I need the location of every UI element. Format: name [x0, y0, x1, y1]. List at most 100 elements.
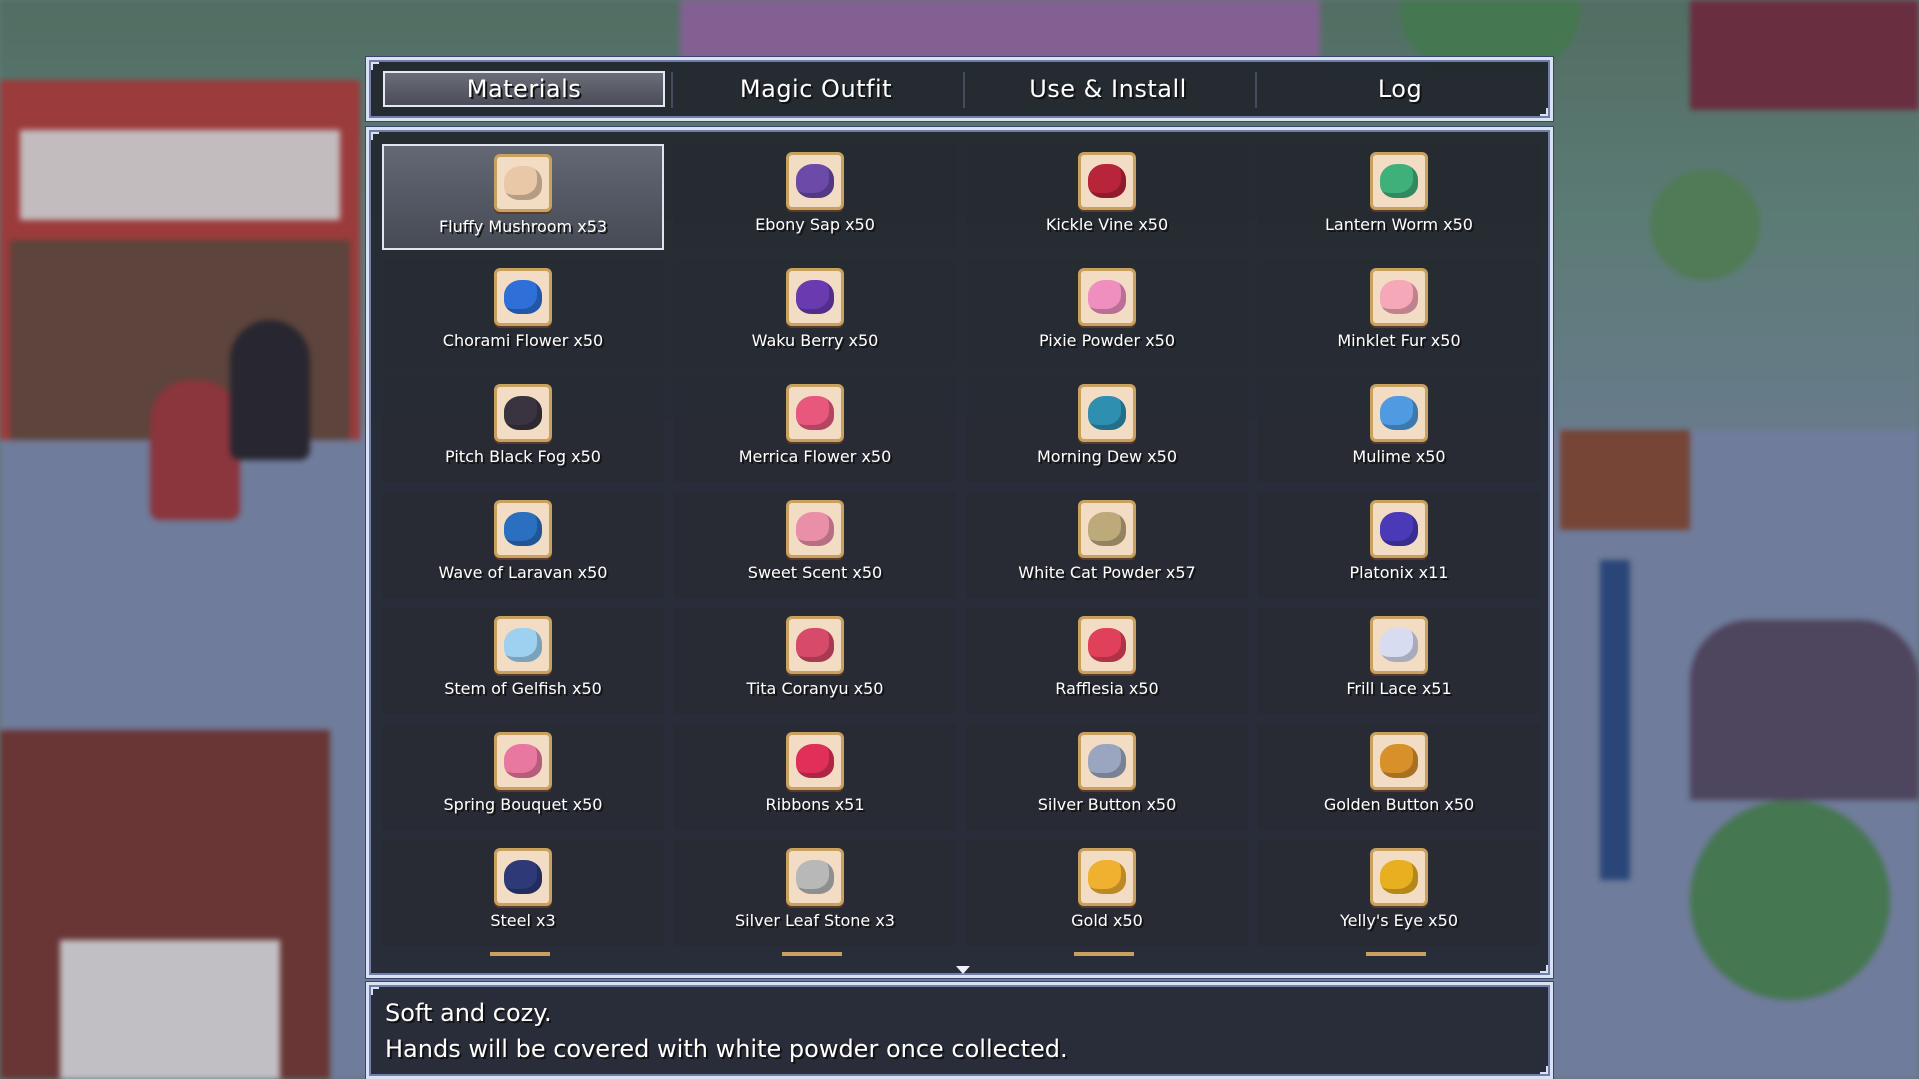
material-item-cell[interactable]: Steel x3 — [382, 840, 664, 946]
material-item-cell[interactable]: Kickle Vine x50 — [966, 144, 1248, 250]
material-item-label: Yelly's Eye x50 — [1339, 911, 1458, 930]
white-cat-powder-icon — [1078, 500, 1136, 558]
item-description-window: Soft and cozy. Hands will be covered wit… — [366, 982, 1553, 1079]
material-item-label: Platonix x11 — [1349, 563, 1449, 582]
tab-separator — [963, 72, 965, 108]
description-line-2: Hands will be covered with white powder … — [385, 1035, 1068, 1063]
window-corner — [371, 132, 379, 140]
material-item-label: Merrica Flower x50 — [738, 447, 892, 466]
next-row-peek — [490, 952, 550, 956]
material-item-cell[interactable]: Ebony Sap x50 — [674, 144, 956, 250]
next-row-peek — [782, 952, 842, 956]
material-item-cell[interactable]: Minklet Fur x50 — [1258, 260, 1540, 366]
mulime-icon — [1370, 384, 1428, 442]
material-item-label: Wave of Laravan x50 — [438, 563, 608, 582]
material-item-label: Sweet Scent x50 — [747, 563, 883, 582]
material-item-label: Minklet Fur x50 — [1337, 331, 1461, 350]
material-item-cell[interactable]: Chorami Flower x50 — [382, 260, 664, 366]
tab-materials[interactable]: Materials — [383, 71, 665, 107]
material-item-cell[interactable]: Ribbons x51 — [674, 724, 956, 830]
material-item-cell[interactable]: Lantern Worm x50 — [1258, 144, 1540, 250]
material-item-label: Rafflesia x50 — [1055, 679, 1159, 698]
material-item-cell[interactable]: Wave of Laravan x50 — [382, 492, 664, 598]
fluffy-mushroom-icon — [494, 154, 552, 212]
gold-icon — [1078, 848, 1136, 906]
material-item-cell[interactable]: Yelly's Eye x50 — [1258, 840, 1540, 946]
ribbons-icon — [786, 732, 844, 790]
material-item-label: Pitch Black Fog x50 — [445, 447, 601, 466]
material-item-cell[interactable]: Silver Leaf Stone x3 — [674, 840, 956, 946]
platonix-icon — [1370, 500, 1428, 558]
material-item-label: Chorami Flower x50 — [442, 331, 604, 350]
wave-of-laravan-icon — [494, 500, 552, 558]
material-item-label: Silver Button x50 — [1037, 795, 1177, 814]
material-item-cell[interactable]: Gold x50 — [966, 840, 1248, 946]
silver-button-icon — [1078, 732, 1136, 790]
material-item-label: Steel x3 — [490, 911, 556, 930]
frill-lace-icon — [1370, 616, 1428, 674]
material-item-label: Waku Berry x50 — [751, 331, 879, 350]
tab-separator — [671, 72, 673, 108]
material-item-cell[interactable]: Mulime x50 — [1258, 376, 1540, 482]
pixie-powder-icon — [1078, 268, 1136, 326]
material-item-label: Frill Lace x51 — [1346, 679, 1452, 698]
tab-magic-outfit[interactable]: Magic Outfit — [675, 71, 957, 107]
material-item-cell[interactable]: White Cat Powder x57 — [966, 492, 1248, 598]
lantern-worm-icon — [1370, 152, 1428, 210]
material-item-label: Golden Button x50 — [1323, 795, 1475, 814]
material-item-label: Pixie Powder x50 — [1038, 331, 1176, 350]
material-item-label: Lantern Worm x50 — [1325, 215, 1473, 234]
scroll-down-arrow-icon[interactable] — [956, 966, 970, 974]
next-row-peek — [1366, 952, 1426, 956]
window-corner — [371, 987, 379, 995]
material-item-label: Spring Bouquet x50 — [443, 795, 603, 814]
material-item-cell[interactable]: Platonix x11 — [1258, 492, 1540, 598]
next-row-peek — [1074, 952, 1134, 956]
material-item-cell[interactable]: Pixie Powder x50 — [966, 260, 1248, 366]
inventory-tab-bar: Materials Magic Outfit Use & Install Log — [366, 57, 1553, 121]
merrica-flower-icon — [786, 384, 844, 442]
material-item-cell[interactable]: Waku Berry x50 — [674, 260, 956, 366]
material-item-label: White Cat Powder x57 — [1018, 563, 1196, 582]
material-item-cell[interactable]: Spring Bouquet x50 — [382, 724, 664, 830]
yellys-eye-icon — [1370, 848, 1428, 906]
sweet-scent-icon — [786, 500, 844, 558]
material-item-cell[interactable]: Rafflesia x50 — [966, 608, 1248, 714]
material-item-label: Ribbons x51 — [765, 795, 865, 814]
material-item-cell[interactable]: Merrica Flower x50 — [674, 376, 956, 482]
material-item-label: Morning Dew x50 — [1036, 447, 1178, 466]
material-item-cell[interactable]: Silver Button x50 — [966, 724, 1248, 830]
kickle-vine-icon — [1078, 152, 1136, 210]
minklet-fur-icon — [1370, 268, 1428, 326]
material-item-cell[interactable]: Fluffy Mushroom x53 — [382, 144, 664, 250]
golden-button-icon — [1370, 732, 1428, 790]
material-item-label: Ebony Sap x50 — [755, 215, 875, 234]
window-corner — [371, 62, 379, 70]
silver-leaf-stone-icon — [786, 848, 844, 906]
steel-icon — [494, 848, 552, 906]
rafflesia-icon — [1078, 616, 1136, 674]
morning-dew-icon — [1078, 384, 1136, 442]
material-item-label: Stem of Gelfish x50 — [444, 679, 602, 698]
materials-grid-window: Fluffy Mushroom x53 Ebony Sap x50 Kickle V… — [366, 127, 1553, 978]
materials-grid: Fluffy Mushroom x53 Ebony Sap x50 Kickle V… — [382, 144, 1542, 969]
material-item-label: Kickle Vine x50 — [1045, 215, 1169, 234]
material-item-cell[interactable]: Golden Button x50 — [1258, 724, 1540, 830]
pitch-black-fog-icon — [494, 384, 552, 442]
tab-log[interactable]: Log — [1259, 71, 1541, 107]
material-item-cell[interactable]: Tita Coranyu x50 — [674, 608, 956, 714]
material-item-label: Mulime x50 — [1352, 447, 1446, 466]
material-item-label: Tita Coranyu x50 — [746, 679, 884, 698]
stem-of-gelfish-icon — [494, 616, 552, 674]
material-item-cell[interactable]: Morning Dew x50 — [966, 376, 1248, 482]
material-item-cell[interactable]: Pitch Black Fog x50 — [382, 376, 664, 482]
ebony-sap-icon — [786, 152, 844, 210]
material-item-cell[interactable]: Sweet Scent x50 — [674, 492, 956, 598]
tab-use-install[interactable]: Use & Install — [967, 71, 1249, 107]
description-line-1: Soft and cozy. — [385, 999, 552, 1027]
waku-berry-icon — [786, 268, 844, 326]
material-item-cell[interactable]: Frill Lace x51 — [1258, 608, 1540, 714]
chorami-flower-icon — [494, 268, 552, 326]
material-item-cell[interactable]: Stem of Gelfish x50 — [382, 608, 664, 714]
material-item-label: Silver Leaf Stone x3 — [735, 911, 895, 930]
